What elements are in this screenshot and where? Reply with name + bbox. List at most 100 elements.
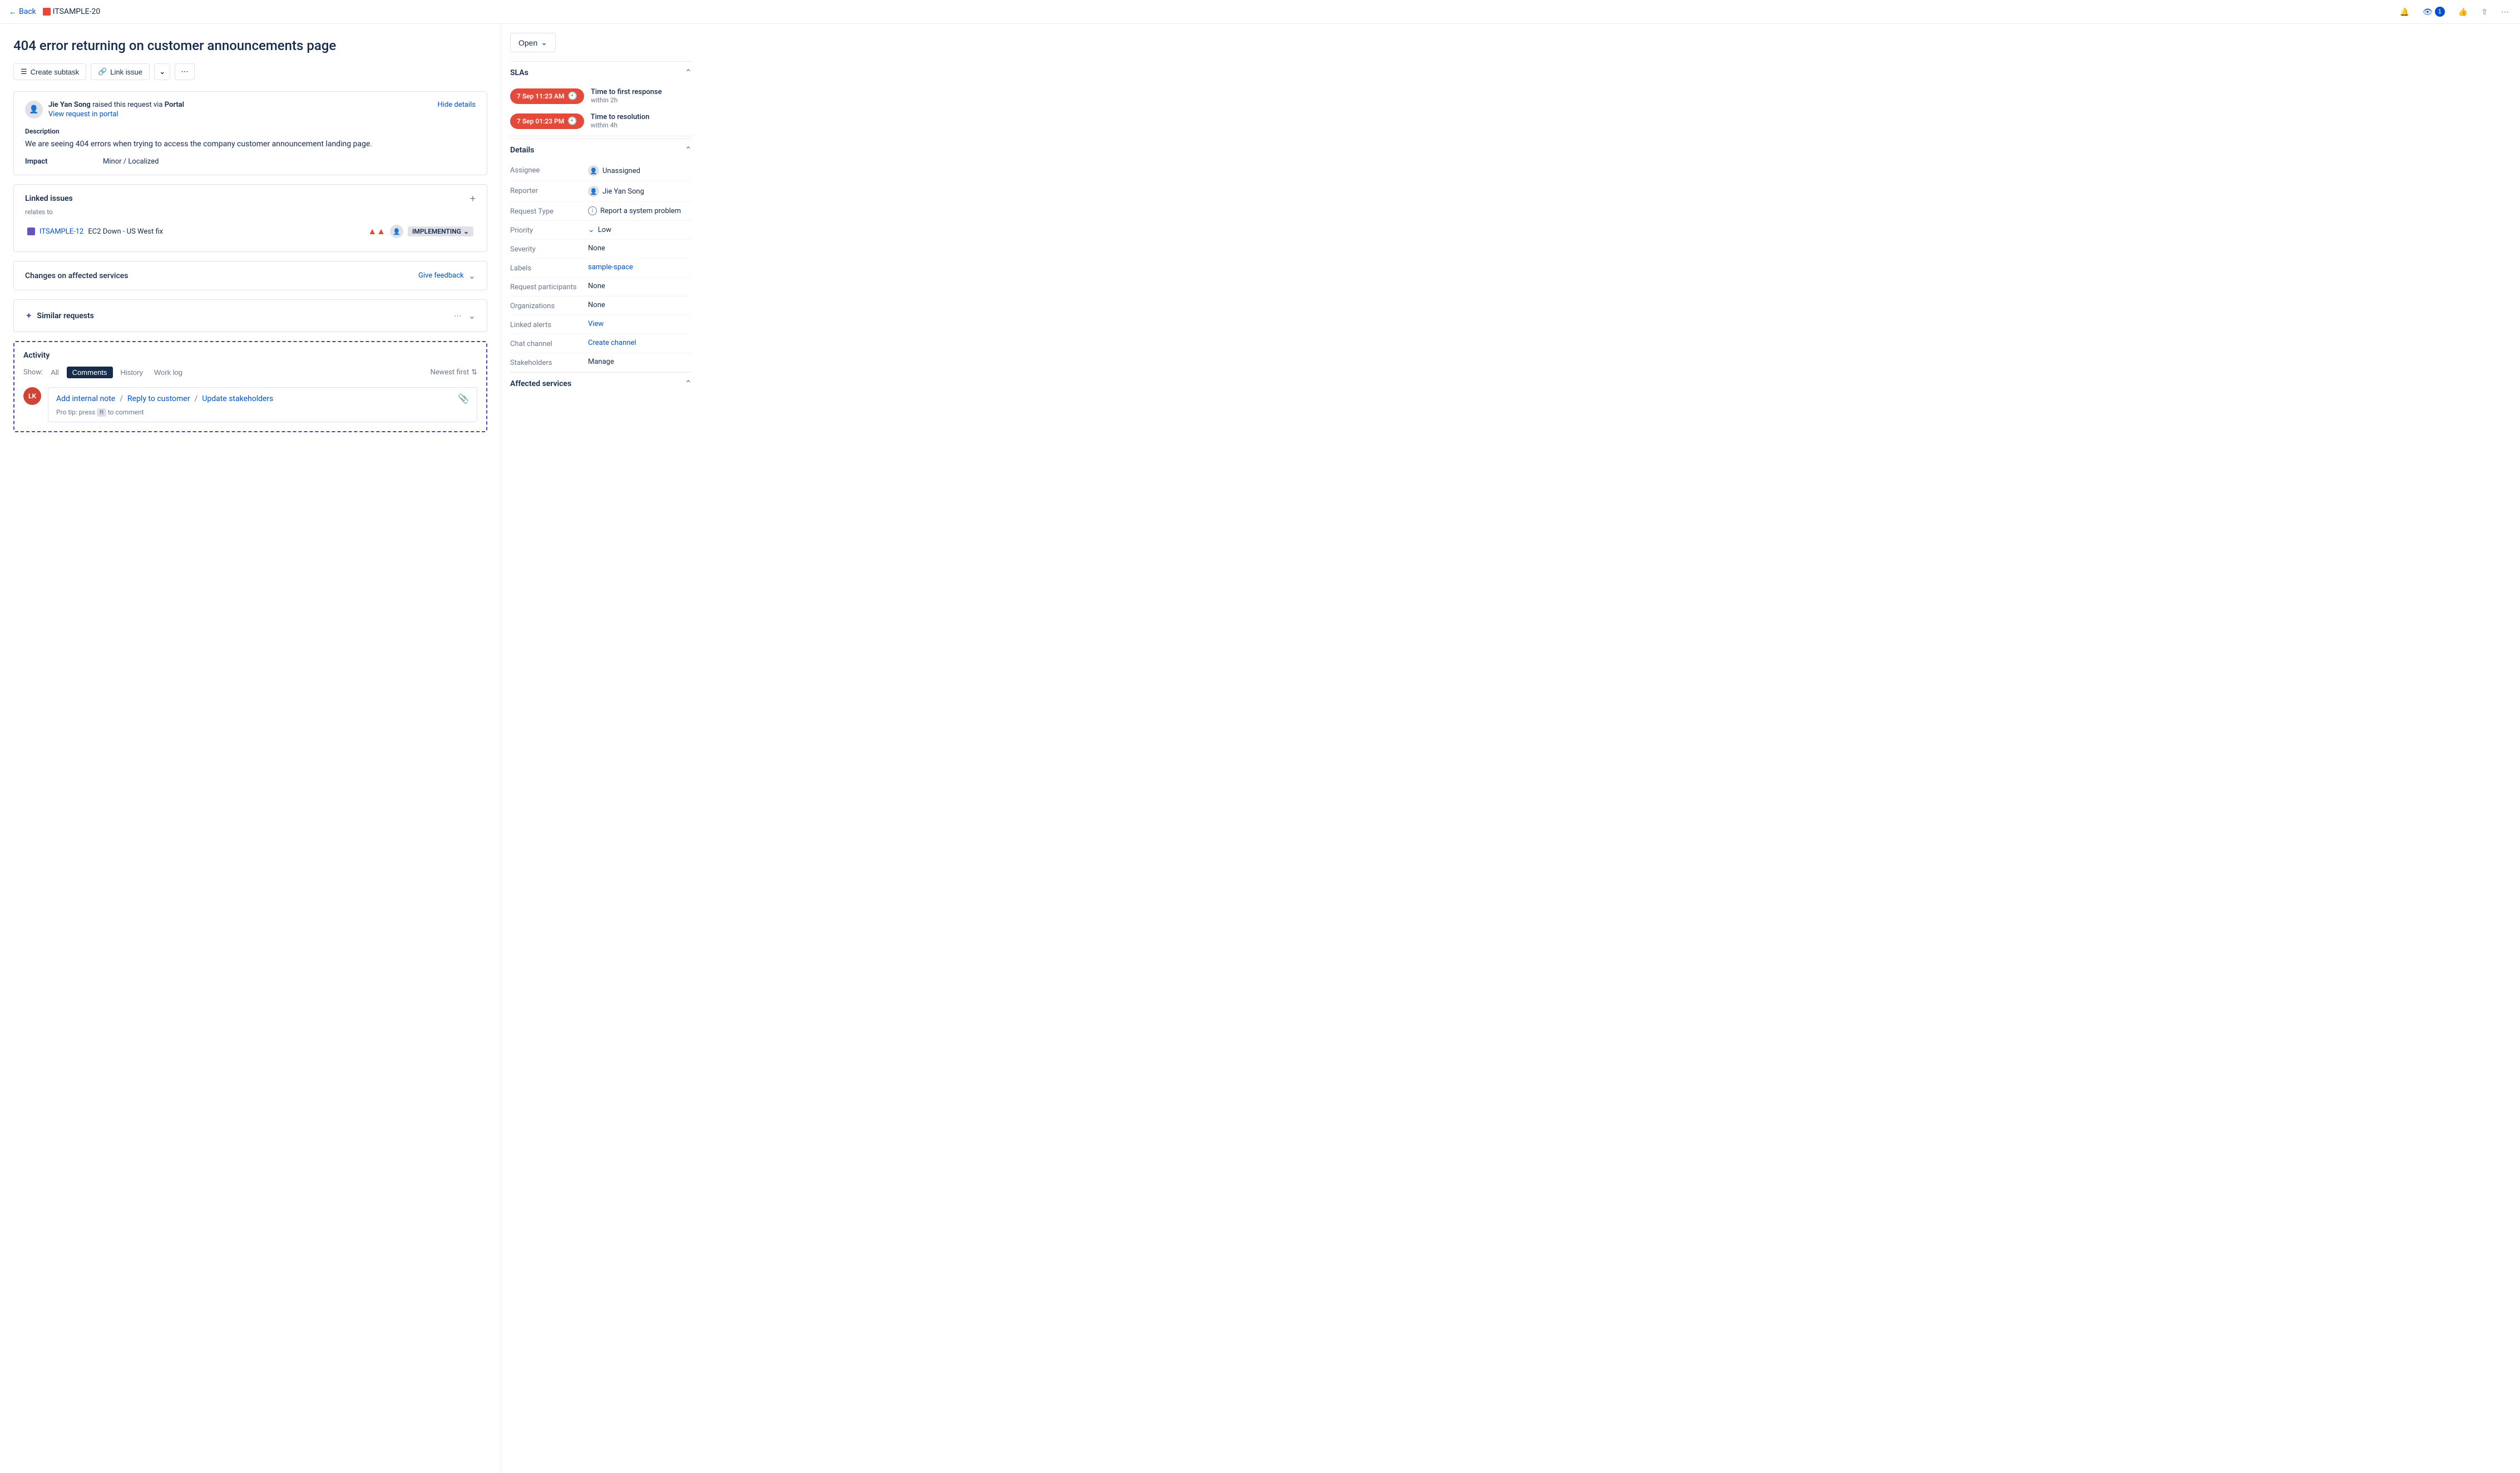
pro-tip-suffix: to comment: [108, 408, 144, 416]
similar-requests-left: ✦ Similar requests: [25, 310, 94, 321]
requester-info: 👤 Jie Yan Song raised this request via P…: [25, 101, 184, 118]
changes-chevron-icon: ⌄: [468, 270, 476, 281]
clock-icon-2: 🕙: [567, 117, 577, 126]
slas-header: SLAs ⌃: [510, 61, 692, 83]
more-actions-button[interactable]: ⋯: [2499, 5, 2511, 19]
pro-tip-text: Pro tip: press: [56, 408, 95, 416]
severity-row: Severity None: [510, 240, 692, 259]
linked-alerts-value[interactable]: View: [588, 320, 604, 328]
filter-all-button[interactable]: All: [47, 367, 62, 378]
dots-icon: ⋯: [181, 67, 188, 76]
chat-channel-label: Chat channel: [510, 339, 588, 348]
spark-icon: ✦: [25, 310, 32, 321]
sla-1-title: Time to first response: [591, 88, 662, 96]
changes-card: Changes on affected services Give feedba…: [13, 261, 487, 290]
details-title: Details: [510, 146, 534, 155]
thumbsup-icon: 👍: [2458, 7, 2468, 17]
sla-1-badge: 7 Sep 11:23 AM 🕙: [510, 88, 584, 104]
relates-to-label: relates to: [25, 208, 476, 216]
similar-requests-title: Similar requests: [37, 312, 93, 320]
update-stakeholders-link[interactable]: Update stakeholders: [202, 394, 273, 403]
back-arrow-icon: ←: [9, 7, 17, 17]
linked-issue-id[interactable]: ITSAMPLE-12: [39, 228, 83, 236]
details-header: Details ⌃: [510, 139, 692, 161]
create-subtask-label: Create subtask: [31, 68, 79, 76]
request-card: 👤 Jie Yan Song raised this request via P…: [13, 91, 487, 175]
request-type-text: Report a system problem: [600, 207, 681, 215]
separator-1: /: [120, 394, 123, 403]
changes-title: Changes on affected services: [25, 271, 129, 280]
reporter-label: Reporter: [510, 186, 588, 195]
back-button[interactable]: ← Back: [9, 7, 36, 17]
issue-id-tag: ITSAMPLE-20: [43, 7, 100, 16]
add-linked-issue-button[interactable]: +: [470, 194, 476, 204]
priority-row: Priority ⌄ Low: [510, 221, 692, 240]
chevron-down-icon: ⌄: [159, 67, 165, 76]
share-button[interactable]: ⇧: [2479, 5, 2490, 19]
top-bar-left: ← Back ITSAMPLE-20: [9, 7, 100, 17]
implementing-status-badge[interactable]: IMPLEMENTING ⌄: [408, 226, 473, 236]
give-feedback-button[interactable]: Give feedback: [418, 271, 464, 280]
comment-input-area[interactable]: Add internal note / Reply to customer / …: [48, 387, 477, 422]
status-chevron-icon: ⌄: [463, 228, 469, 235]
person-icon: 👤: [393, 228, 401, 235]
view-portal-link[interactable]: View request in portal: [48, 110, 184, 118]
affected-services-header: Affected services ⌃: [510, 372, 692, 394]
link-issue-button[interactable]: 🔗 Link issue: [91, 63, 150, 80]
assignee-value: 👤 Unassigned: [588, 165, 640, 176]
similar-requests-more-button[interactable]: ⋯: [452, 309, 464, 323]
filter-history-button[interactable]: History: [117, 367, 146, 378]
top-bar-right: 🔔 👁 1 👍 ⇧ ⋯: [2398, 4, 2511, 19]
newest-first-sort[interactable]: Newest first ⇅: [431, 368, 478, 377]
requester-row: 👤 Jie Yan Song raised this request via P…: [25, 101, 476, 118]
labels-label: Labels: [510, 263, 588, 273]
requester-name: Jie Yan Song: [48, 101, 91, 109]
chat-channel-value[interactable]: Create channel: [588, 339, 636, 347]
impact-value: Minor / Localized: [103, 157, 159, 166]
watch-button[interactable]: 👁 1: [2420, 4, 2447, 19]
filter-comments-button[interactable]: Comments: [67, 367, 113, 378]
requester-avatar: 👤: [25, 101, 43, 118]
activity-show-filters: Show: All Comments History Work log: [23, 367, 186, 378]
attachment-icon[interactable]: 📎: [458, 393, 469, 404]
linked-issues-header: Linked issues +: [25, 194, 476, 204]
request-participants-label: Request participants: [510, 282, 588, 291]
ellipsis-icon: ⋯: [2501, 7, 2509, 17]
open-label: Open: [518, 38, 537, 47]
hide-details-button[interactable]: Hide details: [438, 101, 476, 109]
linked-alerts-label: Linked alerts: [510, 320, 588, 329]
stakeholders-value[interactable]: Manage: [588, 358, 614, 366]
sla-1-subtitle: within 2h: [591, 96, 662, 104]
open-chevron-icon: ⌄: [541, 38, 547, 47]
filter-worklog-button[interactable]: Work log: [151, 367, 186, 378]
sla-2-badge: 7 Sep 01:23 PM 🕙: [510, 113, 584, 129]
chat-channel-row: Chat channel Create channel: [510, 334, 692, 353]
unassigned-avatar: 👤: [588, 165, 599, 176]
separator-2: /: [194, 394, 197, 403]
create-subtask-button[interactable]: ☰ Create subtask: [13, 63, 86, 80]
actions-dropdown-button[interactable]: ⌄: [154, 63, 170, 80]
stakeholders-row: Stakeholders Manage: [510, 353, 692, 372]
thumbsup-button[interactable]: 👍: [2456, 5, 2470, 19]
reply-to-customer-link[interactable]: Reply to customer: [127, 394, 190, 403]
share-icon: ⇧: [2481, 7, 2488, 17]
reporter-avatar: 👤: [588, 186, 599, 197]
add-internal-note-link[interactable]: Add internal note: [56, 394, 115, 403]
labels-value[interactable]: sample-space: [588, 263, 633, 271]
open-status-button[interactable]: Open ⌄: [510, 33, 556, 52]
page-title: 404 error returning on customer announce…: [13, 37, 487, 55]
more-options-button[interactable]: ⋯: [175, 63, 194, 80]
subtask-icon: ☰: [21, 67, 27, 76]
requester-details: Jie Yan Song raised this request via Por…: [48, 101, 184, 118]
action-bar: ☰ Create subtask 🔗 Link issue ⌄ ⋯: [13, 63, 487, 80]
link-icon: 🔗: [98, 67, 107, 76]
activity-section: Activity Show: All Comments History Work…: [13, 341, 487, 432]
raised-text: raised this request via: [92, 101, 165, 109]
pro-tip: Pro tip: press M to comment: [56, 408, 469, 416]
request-type-icon: i: [588, 206, 597, 215]
reporter-row: Reporter 👤 Jie Yan Song: [510, 181, 692, 202]
comment-links: Add internal note / Reply to customer / …: [56, 393, 469, 404]
main-layout: 404 error returning on customer announce…: [0, 24, 2520, 1472]
current-user-avatar: LK: [23, 387, 41, 405]
notification-bell-button[interactable]: 🔔: [2398, 5, 2412, 19]
